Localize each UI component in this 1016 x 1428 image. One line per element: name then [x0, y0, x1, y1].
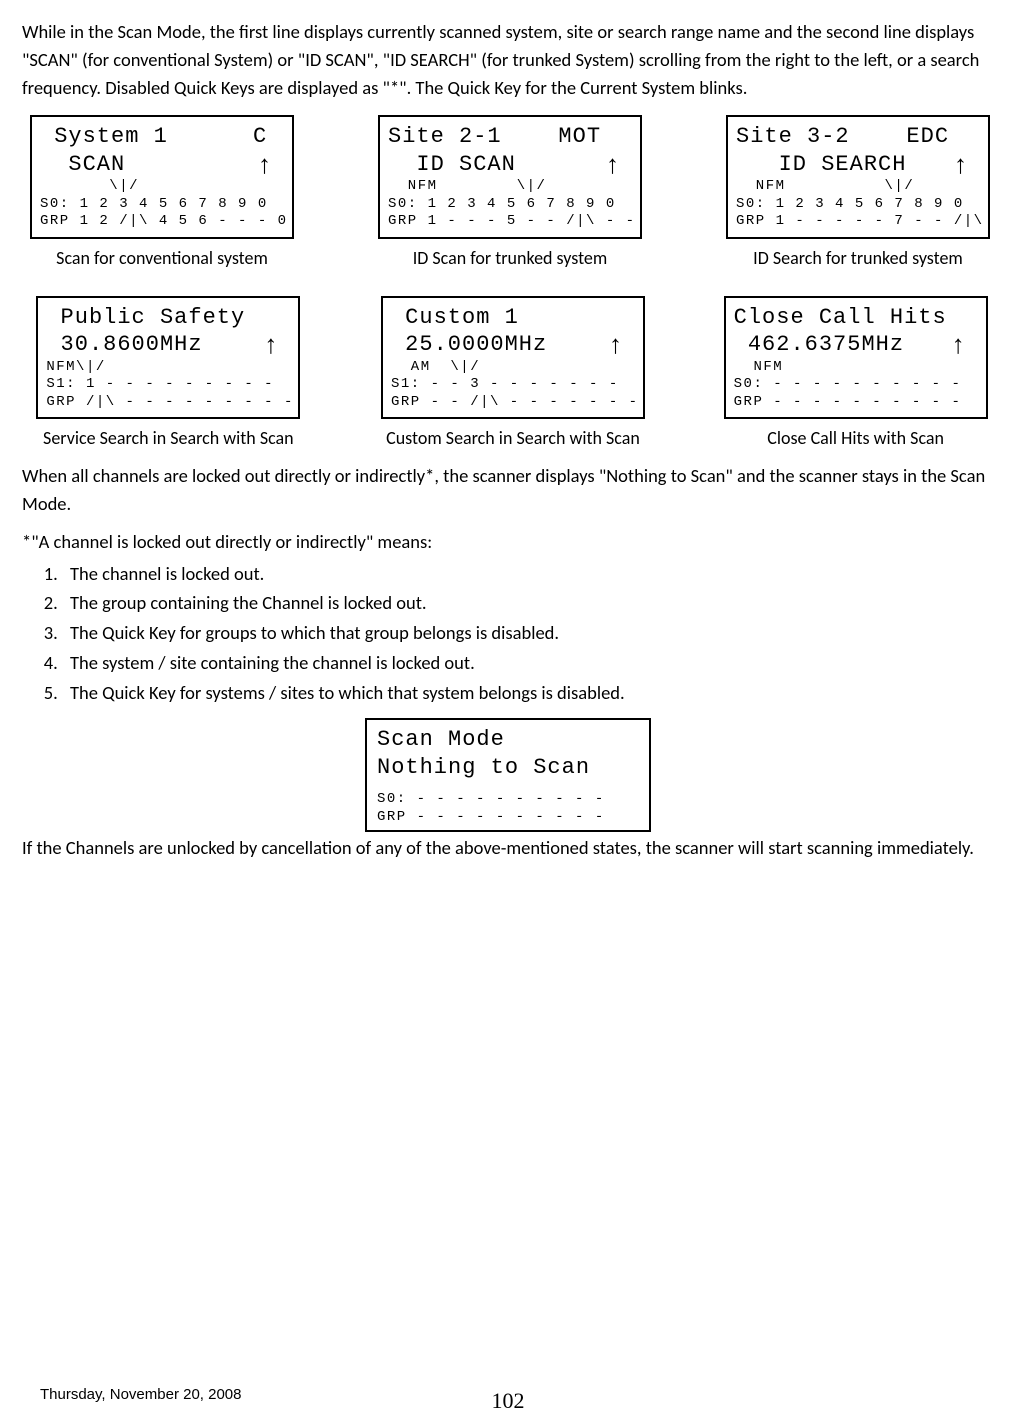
lcd-line4: GRP - - - - - - - - - - [377, 809, 639, 827]
lcd-caption: Scan for conventional system [56, 245, 268, 272]
lcd-line4: S0: - - - - - - - - - - [734, 376, 978, 394]
lcd-line3: NFM [734, 359, 978, 377]
lcd-line5: GRP 1 - - - - - 7 - - /|\ [736, 213, 980, 231]
lcd-display: Site 3-2 EDC ID SEARCH ↑ NFM \|/ S0: 1 2 … [726, 115, 990, 239]
list-item: The Quick Key for groups to which that g… [62, 619, 1000, 647]
lcd-line1: Site 3-2 EDC [736, 123, 980, 151]
lcd-line5: GRP - - - - - - - - - - [734, 394, 978, 412]
lcd-line1: Scan Mode [377, 726, 639, 754]
means-heading: *"A channel is locked out directly or in… [22, 528, 1000, 556]
arrow-up-icon: ↑ [258, 151, 272, 177]
lcd-line2: 30.8600MHz ↑ [46, 331, 290, 359]
lcd-col: Custom 1 25.0000MHz ↑ AM \|/ S1: - - 3 - … [359, 296, 668, 453]
lcd-row-2: Public Safety 30.8600MHz ↑ NFM\|/ S1: 1 -… [22, 296, 1000, 453]
arrow-up-icon: ↑ [954, 151, 968, 177]
lcd-line2-text: 462.6375MHz [734, 332, 904, 357]
lcd-caption: ID Scan for trunked system [413, 245, 608, 272]
lcd-row-1: System 1 C SCAN ↑ \|/ S0: 1 2 3 4 5 6 7 8… [22, 115, 1000, 272]
lcd-col: Public Safety 30.8600MHz ↑ NFM\|/ S1: 1 -… [22, 296, 315, 453]
arrow-up-icon: ↑ [264, 331, 278, 357]
lcd-line2: 462.6375MHz ↑ [734, 331, 978, 359]
lcd-line1: System 1 C [40, 123, 284, 151]
list-item: The channel is locked out. [62, 560, 1000, 588]
list-item: The system / site containing the channel… [62, 649, 1000, 677]
locked-paragraph: When all channels are locked out directl… [22, 462, 1000, 518]
lcd-line1: Site 2-1 MOT [388, 123, 632, 151]
list-item: The group containing the Channel is lock… [62, 589, 1000, 617]
lcd-caption: Close Call Hits with Scan [767, 425, 944, 452]
list-item: The Quick Key for systems / sites to whi… [62, 679, 1000, 707]
lcd-line2-text: 30.8600MHz [46, 332, 202, 357]
lcd-line4: S0: 1 2 3 4 5 6 7 8 9 0 [736, 196, 980, 214]
intro-paragraph: While in the Scan Mode, the first line d… [22, 18, 1000, 101]
lcd-line4: S0: 1 2 3 4 5 6 7 8 9 0 [40, 196, 284, 214]
nothing-lcd-wrapper: Scan Mode Nothing to Scan S0: - - - - - … [16, 718, 1000, 832]
lcd-display: Site 2-1 MOT ID SCAN ↑ NFM \|/ S0: 1 2 3 … [378, 115, 642, 239]
arrow-up-icon: ↑ [606, 151, 620, 177]
lcd-display: Public Safety 30.8600MHz ↑ NFM\|/ S1: 1 -… [36, 296, 300, 420]
lcd-line2: SCAN ↑ [40, 151, 284, 179]
lcd-line2-text: SCAN [40, 152, 125, 177]
lcd-line1: Close Call Hits [734, 304, 978, 332]
lcd-line2: ID SEARCH ↑ [736, 151, 980, 179]
lcd-caption: ID Search for trunked system [753, 245, 963, 272]
lcd-line2: ID SCAN ↑ [388, 151, 632, 179]
footer-page-number: 102 [492, 1384, 525, 1417]
lcd-line2: 25.0000MHz ↑ [391, 331, 635, 359]
lcd-line5: GRP 1 2 /|\ 4 5 6 - - - 0 [40, 213, 284, 231]
lcd-line1: Custom 1 [391, 304, 635, 332]
lcd-display: Close Call Hits 462.6375MHz ↑ NFM S0: - -… [724, 296, 988, 420]
lcd-col: Site 2-1 MOT ID SCAN ↑ NFM \|/ S0: 1 2 3 … [370, 115, 650, 272]
lcd-line5: GRP - - /|\ - - - - - - - [391, 394, 635, 412]
footer-date: Thursday, November 20, 2008 [40, 1384, 242, 1407]
lcd-col: Site 3-2 EDC ID SEARCH ↑ NFM \|/ S0: 1 2 … [718, 115, 998, 272]
lcd-line3: NFM \|/ [736, 178, 980, 196]
lcd-display: Custom 1 25.0000MHz ↑ AM \|/ S1: - - 3 - … [381, 296, 645, 420]
lcd-caption: Custom Search in Search with Scan [386, 425, 640, 452]
lcd-line4: S1: - - 3 - - - - - - - [391, 376, 635, 394]
means-list: The channel is locked out. The group con… [62, 560, 1000, 707]
lcd-line3: NFM \|/ [388, 178, 632, 196]
lcd-caption: Service Search in Search with Scan [43, 425, 294, 452]
lcd-line5: GRP 1 - - - 5 - - /|\ - - [388, 213, 632, 231]
lcd-line2-text: 25.0000MHz [391, 332, 547, 357]
lcd-line3: NFM\|/ [46, 359, 290, 377]
lcd-line1: Public Safety [46, 304, 290, 332]
lcd-line2: Nothing to Scan [377, 754, 639, 782]
lcd-line4: S1: 1 - - - - - - - - - [46, 376, 290, 394]
page-footer: Thursday, November 20, 2008 102 [0, 1384, 1016, 1407]
lcd-col: System 1 C SCAN ↑ \|/ S0: 1 2 3 4 5 6 7 8… [22, 115, 302, 272]
lcd-line2-text: ID SEARCH [736, 152, 906, 177]
arrow-up-icon: ↑ [952, 331, 966, 357]
lcd-line3: \|/ [40, 178, 284, 196]
lcd-line3: S0: - - - - - - - - - - [377, 791, 639, 809]
lcd-line2-text: ID SCAN [388, 152, 516, 177]
lcd-line5: GRP /|\ - - - - - - - - - [46, 394, 290, 412]
lcd-line4: S0: 1 2 3 4 5 6 7 8 9 0 [388, 196, 632, 214]
arrow-up-icon: ↑ [609, 331, 623, 357]
unlock-paragraph: If the Channels are unlocked by cancella… [22, 834, 1000, 862]
lcd-line3: AM \|/ [391, 359, 635, 377]
lcd-display-nothing: Scan Mode Nothing to Scan S0: - - - - - … [365, 718, 651, 832]
lcd-col: Close Call Hits 462.6375MHz ↑ NFM S0: - -… [711, 296, 1000, 453]
lcd-display: System 1 C SCAN ↑ \|/ S0: 1 2 3 4 5 6 7 8… [30, 115, 294, 239]
